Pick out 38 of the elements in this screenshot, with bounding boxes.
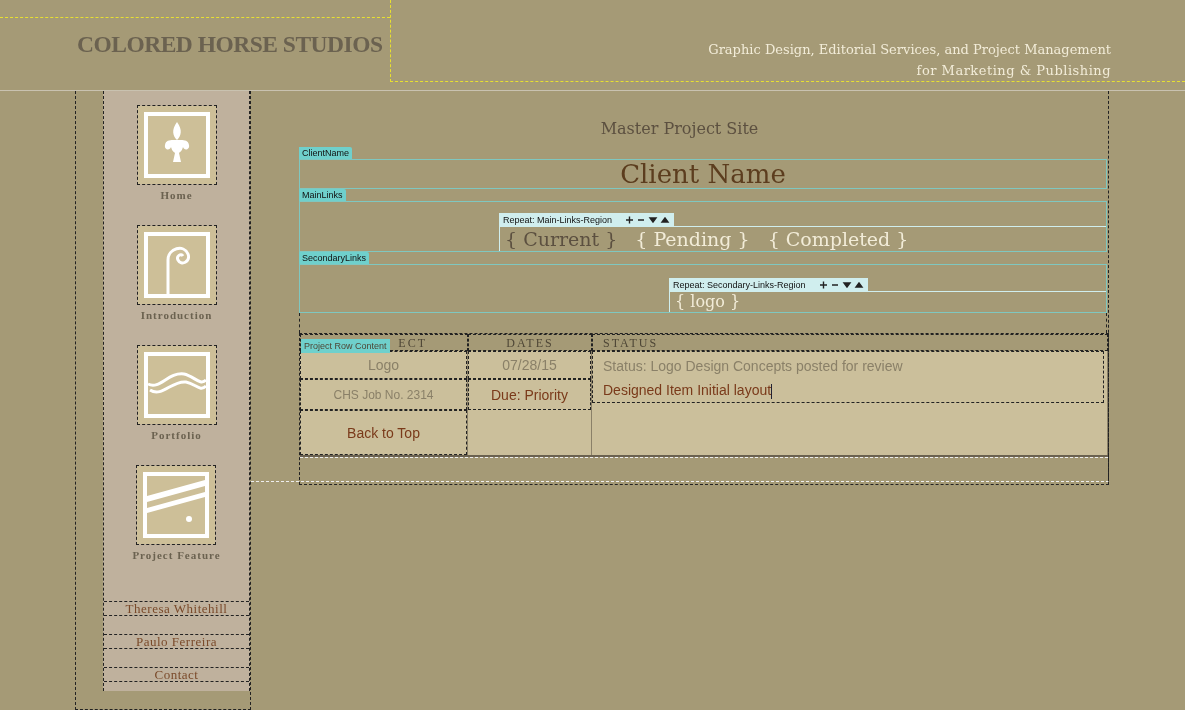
sidebar-link[interactable]: Paulo Ferreira [104, 634, 249, 649]
region-tag: Project Row Content [301, 339, 390, 353]
nav-link[interactable]: Introduction [140, 309, 213, 321]
note-text[interactable]: Designed Item Initial layout [603, 382, 773, 399]
nav-link[interactable]: { Completed } [767, 227, 909, 251]
nav-link[interactable]: Project Feature [132, 549, 221, 561]
column-header: STATUS [602, 336, 659, 349]
column-header: DATES [506, 336, 554, 349]
site-logo: COLORED HORSE STUDIOS [77, 30, 383, 59]
status-text: Status: Logo Design Concepts posted for review [603, 358, 904, 374]
client-name: Client Name [620, 159, 786, 189]
repeat-controls-icon[interactable] [819, 281, 864, 289]
table-cell: 07/28/15 [468, 351, 591, 379]
nav-link[interactable]: Portfolio [151, 429, 202, 441]
nav-link[interactable]: Home [160, 189, 193, 201]
tagline: for Marketing & Publishing [915, 62, 1111, 80]
column-header: ECT [398, 336, 427, 349]
page-title: Master Project Site [599, 118, 760, 140]
table-cell: Due: Priority [468, 379, 591, 410]
tagline: Graphic Design, Editorial Services, and Project Management [707, 41, 1111, 59]
sidebar-link[interactable]: Theresa Whitehill [104, 601, 249, 616]
spiral-staff-icon[interactable] [137, 226, 216, 304]
repeat-controls-icon[interactable] [626, 216, 671, 224]
repeat-tag: Repeat: Secondary-Links-Region [669, 278, 868, 292]
repeat-tag: Repeat: Main-Links-Region [499, 213, 675, 227]
back-to-top-link[interactable]: Back to Top [300, 410, 467, 455]
sidebar-link[interactable]: Contact [104, 667, 249, 682]
table-cell: Logo [300, 351, 467, 379]
table-cell: CHS Job No. 2314 [300, 379, 467, 410]
nav-link[interactable]: { logo } [675, 292, 741, 312]
nav-link[interactable]: { Pending } [635, 227, 750, 251]
wave-icon[interactable] [137, 346, 216, 424]
region-tag: ClientName [299, 147, 353, 159]
nav-link[interactable]: { Current } [505, 227, 618, 251]
diagonal-lines-icon[interactable] [137, 466, 216, 544]
region-tag: MainLinks [299, 189, 346, 201]
fleur-de-lis-icon[interactable] [137, 106, 216, 184]
region-tag: SecondaryLinks [299, 252, 370, 264]
